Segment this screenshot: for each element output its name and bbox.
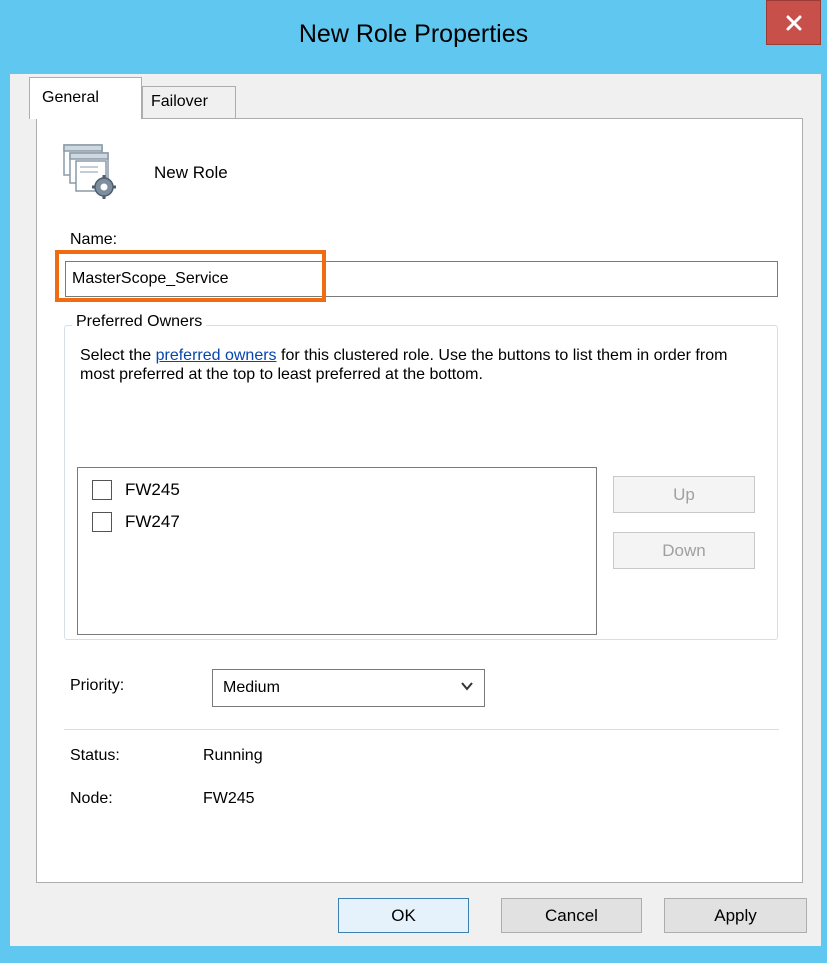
apply-button[interactable]: Apply	[664, 898, 807, 933]
owner-checkbox[interactable]	[92, 512, 112, 532]
list-item[interactable]: FW247	[92, 510, 180, 534]
node-value: FW245	[203, 790, 255, 807]
dialog-window: New Role Properties General Failover New…	[0, 0, 827, 963]
owner-checkbox[interactable]	[92, 480, 112, 500]
status-label: Status:	[70, 747, 120, 764]
window-title: New Role Properties	[298, 20, 529, 48]
list-item[interactable]: FW245	[92, 478, 180, 502]
cancel-button[interactable]: Cancel	[501, 898, 642, 933]
preferred-owners-description: Select the preferred owners for this clu…	[80, 346, 760, 384]
owners-list[interactable]: FW245 FW247	[77, 467, 597, 635]
status-value: Running	[203, 747, 263, 764]
priority-select[interactable]: Medium	[212, 669, 485, 707]
tab-failover[interactable]: Failover	[142, 86, 236, 119]
owner-label: FW247	[125, 512, 180, 531]
role-name-input[interactable]	[65, 261, 778, 297]
close-button[interactable]	[766, 0, 821, 45]
name-label: Name:	[70, 231, 118, 248]
title-bar[interactable]: New Role Properties	[0, 0, 827, 74]
down-button[interactable]: Down	[613, 532, 755, 569]
up-button[interactable]: Up	[613, 476, 755, 513]
description-text-start: Select the	[80, 347, 156, 364]
divider	[64, 729, 779, 730]
chevron-down-icon	[461, 682, 473, 691]
priority-selected-value: Medium	[223, 679, 280, 696]
cluster-role-icon	[63, 144, 116, 199]
node-label: Node:	[70, 790, 113, 807]
priority-label: Priority:	[70, 677, 125, 694]
preferred-owners-link[interactable]: preferred owners	[156, 347, 277, 364]
preferred-owners-label: Preferred Owners	[72, 313, 207, 331]
close-icon	[786, 15, 801, 30]
ok-button[interactable]: OK	[338, 898, 469, 933]
owner-label: FW245	[125, 480, 180, 499]
tab-general[interactable]: General	[29, 77, 142, 119]
role-display-name: New Role	[154, 163, 228, 182]
